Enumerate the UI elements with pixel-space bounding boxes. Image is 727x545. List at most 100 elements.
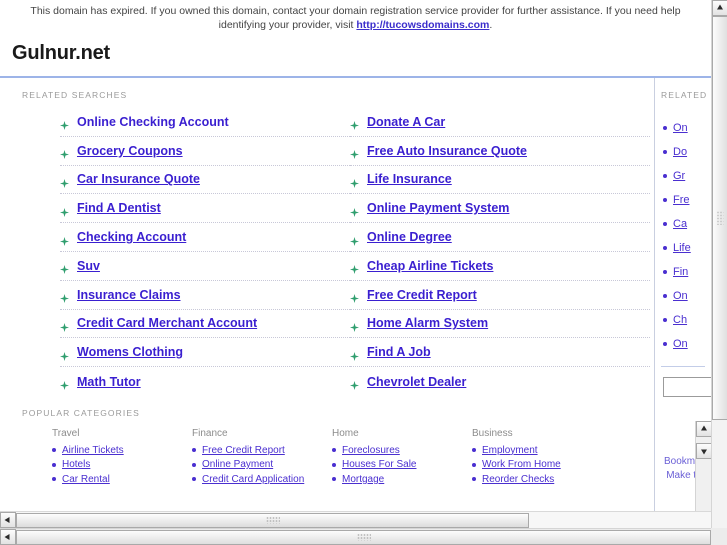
- category-item[interactable]: Airline Tickets: [52, 443, 192, 458]
- category-item[interactable]: Houses For Sale: [332, 457, 472, 472]
- window-horizontal-scrollbar[interactable]: [0, 528, 727, 545]
- sidebar-related-link[interactable]: Life: [673, 242, 691, 254]
- related-search-item[interactable]: Car Insurance Quote: [60, 166, 350, 195]
- sidebar-related-item[interactable]: Fin: [663, 260, 711, 284]
- related-search-item[interactable]: Find A Job: [350, 338, 650, 368]
- related-search-link[interactable]: Online Degree: [367, 230, 452, 244]
- category-item[interactable]: Mortgage: [332, 472, 472, 487]
- related-search-link[interactable]: Free Credit Report: [367, 288, 477, 302]
- window-vscroll-track[interactable]: [712, 16, 727, 528]
- inner-horizontal-scrollbar[interactable]: [0, 511, 711, 528]
- related-search-item[interactable]: Womens Clothing: [60, 338, 350, 368]
- sidebar-related-link[interactable]: Do: [673, 146, 687, 158]
- category-link[interactable]: Mortgage: [342, 474, 384, 485]
- related-search-link[interactable]: Insurance Claims: [77, 288, 181, 302]
- window-scroll-up-icon[interactable]: [712, 0, 727, 16]
- sidebar-search-input[interactable]: [663, 377, 711, 397]
- related-search-item[interactable]: Math Tutor: [60, 367, 350, 396]
- related-search-item[interactable]: Find A Dentist: [60, 194, 350, 224]
- related-search-link[interactable]: Credit Card Merchant Account: [77, 316, 257, 330]
- related-search-link[interactable]: Cheap Airline Tickets: [367, 259, 493, 273]
- related-search-link[interactable]: Math Tutor: [77, 375, 141, 389]
- related-search-item[interactable]: Checking Account: [60, 223, 350, 252]
- related-search-item[interactable]: Grocery Coupons: [60, 137, 350, 166]
- sidebar-related-link[interactable]: On: [673, 122, 688, 134]
- related-search-link[interactable]: Car Insurance Quote: [77, 172, 200, 186]
- sidebar-related-link[interactable]: On: [673, 290, 688, 302]
- related-search-link[interactable]: Home Alarm System: [367, 316, 488, 330]
- category-item[interactable]: Car Rental: [52, 472, 192, 487]
- sidebar-related-item[interactable]: On: [663, 284, 711, 308]
- sidebar-related-link[interactable]: Fre: [673, 194, 690, 206]
- category-link[interactable]: Hotels: [62, 459, 90, 470]
- related-search-item[interactable]: Free Credit Report: [350, 281, 650, 310]
- related-search-link[interactable]: Suv: [77, 259, 100, 273]
- category-item[interactable]: Free Credit Report: [192, 443, 332, 458]
- related-search-link[interactable]: Donate A Car: [367, 115, 445, 129]
- sidebar-related-link[interactable]: Ca: [673, 218, 687, 230]
- related-search-link[interactable]: Online Checking Account: [77, 115, 229, 129]
- related-search-link[interactable]: Checking Account: [77, 230, 186, 244]
- category-item[interactable]: Credit Card Application: [192, 472, 332, 487]
- related-search-link[interactable]: Life Insurance: [367, 172, 452, 186]
- sidebar-related-item[interactable]: Life: [663, 236, 711, 260]
- window-scroll-left-icon[interactable]: [0, 529, 16, 545]
- category-link[interactable]: Reorder Checks: [482, 474, 554, 485]
- sidebar-related-item[interactable]: On: [663, 332, 711, 356]
- category-link[interactable]: Airline Tickets: [62, 445, 124, 456]
- related-search-item[interactable]: Free Auto Insurance Quote: [350, 137, 650, 166]
- related-search-item[interactable]: Online Checking Account: [60, 108, 350, 137]
- tucows-domains-link[interactable]: http://tucowsdomains.com: [356, 19, 489, 31]
- category-item[interactable]: Employment: [472, 443, 612, 458]
- sidebar-related-link[interactable]: Ch: [673, 314, 687, 326]
- sidebar-related-link[interactable]: On: [673, 338, 688, 350]
- inner-scroll-down-icon[interactable]: [696, 443, 711, 459]
- related-search-item[interactable]: Online Payment System: [350, 194, 650, 224]
- category-link[interactable]: Free Credit Report: [202, 445, 285, 456]
- related-search-item[interactable]: Chevrolet Dealer: [350, 367, 650, 396]
- category-link[interactable]: Foreclosures: [342, 445, 400, 456]
- related-search-item[interactable]: Life Insurance: [350, 166, 650, 195]
- category-link[interactable]: Employment: [482, 445, 538, 456]
- window-hscroll-thumb[interactable]: [16, 529, 711, 545]
- sidebar-related-link[interactable]: Gr: [673, 170, 685, 182]
- sidebar-related-item[interactable]: Ch: [663, 308, 711, 332]
- related-search-link[interactable]: Find A Job: [367, 345, 431, 359]
- category-link[interactable]: Car Rental: [62, 474, 110, 485]
- sidebar-related-item[interactable]: Fre: [663, 188, 711, 212]
- related-search-item[interactable]: Insurance Claims: [60, 281, 350, 310]
- sidebar-related-item[interactable]: Ca: [663, 212, 711, 236]
- related-search-item[interactable]: Cheap Airline Tickets: [350, 252, 650, 281]
- related-search-item[interactable]: Donate A Car: [350, 108, 650, 137]
- sidebar-related-link[interactable]: Fin: [673, 266, 688, 278]
- category-item[interactable]: Work From Home: [472, 457, 612, 472]
- inner-scroll-up-icon[interactable]: [696, 421, 711, 437]
- sidebar-related-item[interactable]: On: [663, 116, 711, 140]
- sidebar-related-item[interactable]: Gr: [663, 164, 711, 188]
- inner-scroll-left-icon[interactable]: [0, 512, 16, 528]
- category-link[interactable]: Credit Card Application: [202, 474, 304, 485]
- category-item[interactable]: Hotels: [52, 457, 192, 472]
- category-item[interactable]: Online Payment: [192, 457, 332, 472]
- category-link[interactable]: Work From Home: [482, 459, 561, 470]
- related-search-link[interactable]: Find A Dentist: [77, 201, 161, 215]
- related-search-link[interactable]: Grocery Coupons: [77, 144, 183, 158]
- related-search-link[interactable]: Chevrolet Dealer: [367, 375, 466, 389]
- window-vscroll-thumb[interactable]: [712, 16, 727, 420]
- sidebar-related-item[interactable]: Do: [663, 140, 711, 164]
- related-search-item[interactable]: Credit Card Merchant Account: [60, 310, 350, 339]
- related-search-item[interactable]: Home Alarm System: [350, 310, 650, 339]
- window-vertical-scrollbar[interactable]: [711, 0, 727, 528]
- inner-hscroll-thumb[interactable]: [16, 512, 529, 528]
- related-search-item[interactable]: Suv: [60, 252, 350, 281]
- related-search-link[interactable]: Online Payment System: [367, 201, 509, 215]
- category-item[interactable]: Foreclosures: [332, 443, 472, 458]
- related-search-link[interactable]: Womens Clothing: [77, 345, 183, 359]
- inner-hscroll-track[interactable]: [16, 511, 711, 528]
- category-item[interactable]: Reorder Checks: [472, 472, 612, 487]
- window-hscroll-track[interactable]: [16, 529, 711, 545]
- related-search-link[interactable]: Free Auto Insurance Quote: [367, 144, 527, 158]
- category-link[interactable]: Online Payment: [202, 459, 273, 470]
- category-link[interactable]: Houses For Sale: [342, 459, 416, 470]
- related-search-item[interactable]: Online Degree: [350, 223, 650, 252]
